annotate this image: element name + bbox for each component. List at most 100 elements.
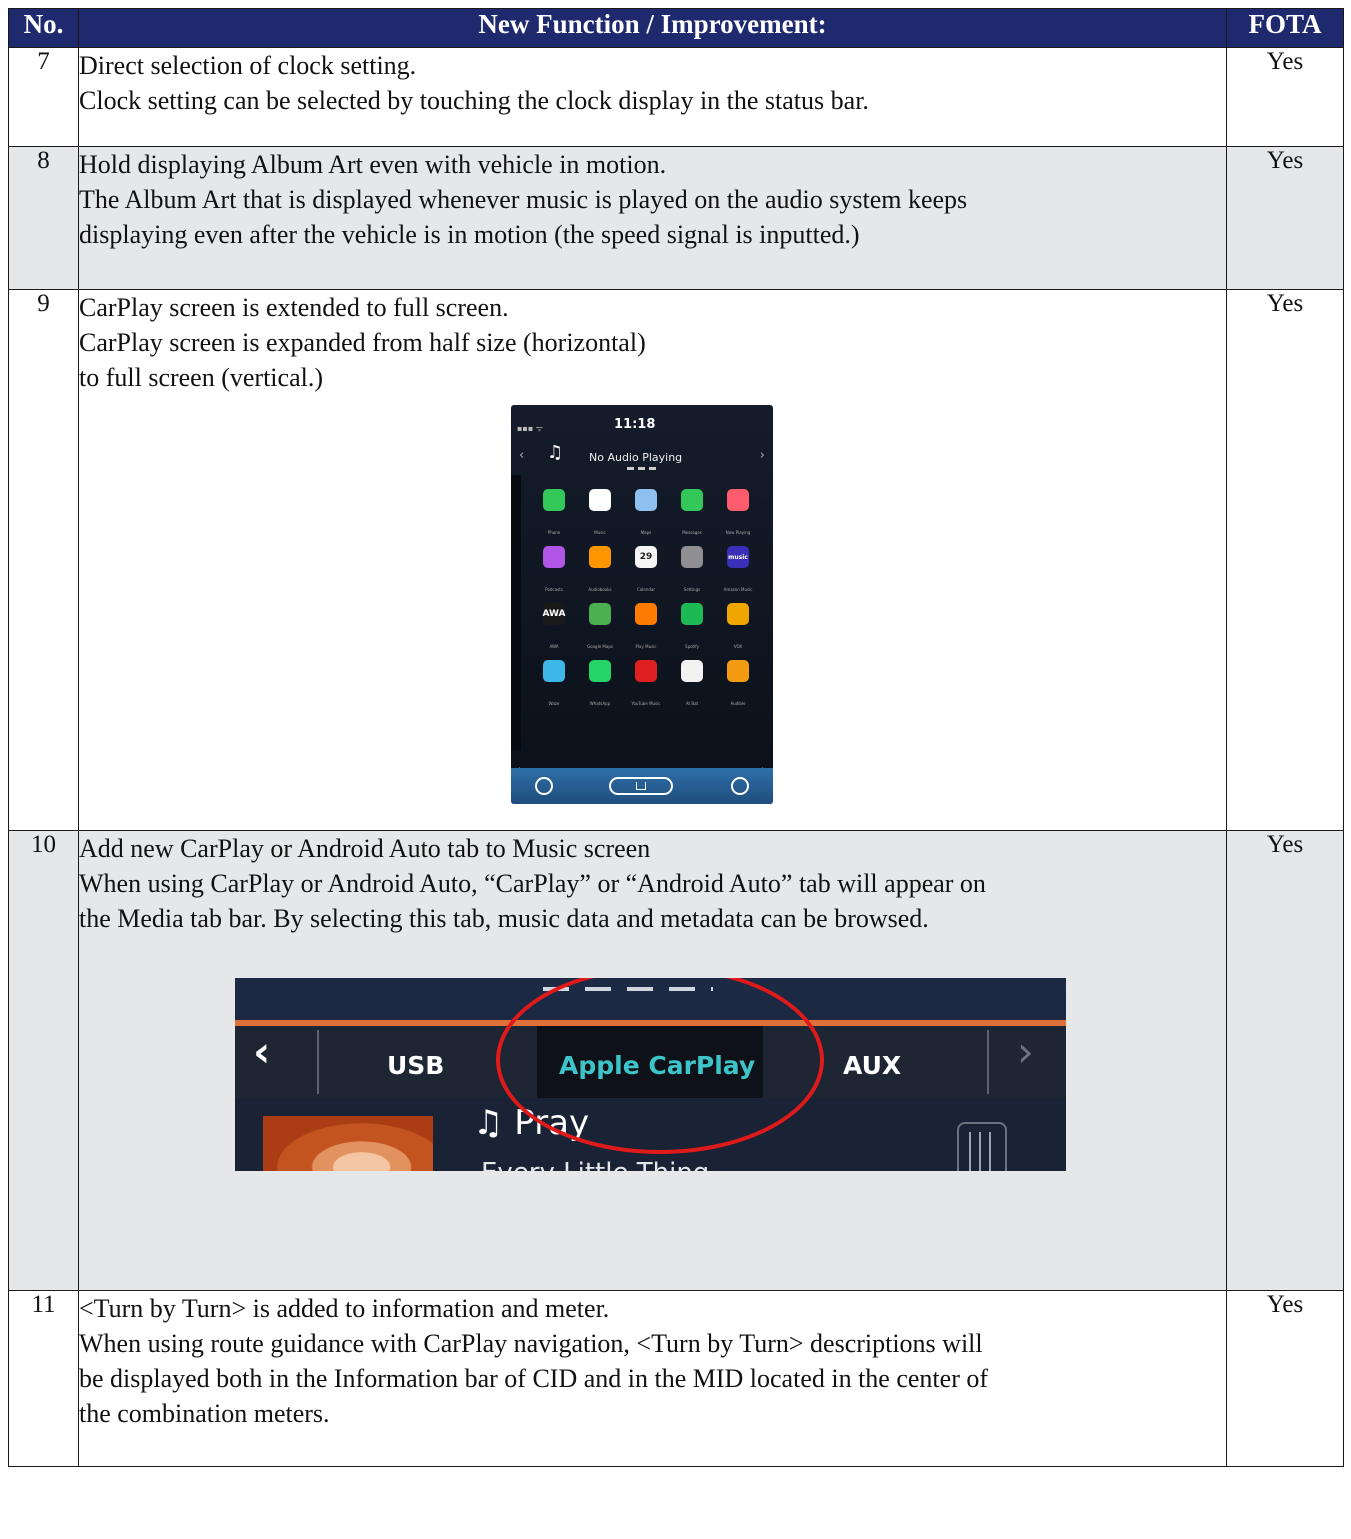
music-note-icon: ♫ [547, 442, 564, 463]
tab-divider [987, 1030, 989, 1094]
app-label: Play Music [635, 644, 657, 649]
app-label: Phone [547, 530, 561, 535]
page-dots [627, 467, 657, 470]
settings-icon [681, 546, 703, 568]
row-description: <Turn by Turn> is added to information a… [78, 1290, 1227, 1467]
vox-icon [727, 603, 749, 625]
tab-divider [317, 1030, 319, 1094]
row-description: Add new CarPlay or Android Auto tab to M… [78, 830, 1227, 1291]
album-art [263, 1116, 433, 1171]
youtube-music-icon [635, 660, 657, 682]
table-header-row: No. New Function / Improvement: FOTA [8, 8, 1344, 48]
description-line: be displayed both in the Information bar… [79, 1364, 989, 1393]
row-fota: Yes [1226, 146, 1344, 290]
header-no: No. [8, 8, 79, 48]
header-fota: FOTA [1226, 8, 1344, 48]
row-fota: Yes [1226, 289, 1344, 831]
row-description: CarPlay screen is extended to full scree… [78, 289, 1227, 831]
home-icon [609, 777, 673, 795]
app-label: Audiobooks [588, 587, 612, 592]
description-line: When using route guidance with CarPlay n… [79, 1329, 983, 1358]
app-label: Google Maps [587, 644, 613, 649]
messages-icon [681, 489, 703, 511]
row-number: 10 [8, 830, 79, 1291]
play-music-icon [635, 603, 657, 625]
now-playing-bar: ‹ ♫ No Audio Playing › [511, 433, 773, 464]
row-fota: Yes [1226, 1290, 1344, 1467]
music-icon [589, 489, 611, 511]
app-label: Calendar [637, 587, 655, 592]
table-row: 8 Hold displaying Album Art even with ve… [8, 146, 1344, 290]
maps-icon [635, 489, 657, 511]
at-bat-icon [681, 660, 703, 682]
status-bar: ▪▪▪ ᯤ 11:18 [511, 405, 773, 433]
podcasts-icon [543, 546, 565, 568]
table-row: 7 Direct selection of clock setting. Clo… [8, 47, 1344, 147]
header-function: New Function / Improvement: [78, 8, 1227, 48]
description-line: the Media tab bar. By selecting this tab… [79, 904, 929, 933]
amazon-music-icon: music [727, 546, 749, 568]
app-label: WhatsApp [589, 701, 611, 706]
awa-icon: AWA [542, 603, 566, 625]
app-label: Music [594, 530, 606, 535]
table-row: 9 CarPlay screen is extended to full scr… [8, 289, 1344, 831]
description-line: the combination meters. [79, 1399, 330, 1428]
voice-icon [731, 777, 749, 795]
audiobooks-icon [589, 546, 611, 568]
chevron-left-icon: ‹ [253, 1027, 271, 1076]
app-label: Amazon Music [723, 587, 753, 592]
description-line: CarPlay screen is expanded from half siz… [79, 328, 646, 357]
row-description: Hold displaying Album Art even with vehi… [78, 146, 1227, 290]
row-number: 11 [8, 1290, 79, 1467]
app-label: Audible [730, 701, 746, 706]
app-label: Settings [683, 587, 701, 592]
description-line: The Album Art that is displayed whenever… [79, 185, 968, 214]
app-label: AWA [549, 644, 559, 649]
artist-name: Every Little Thing [481, 1156, 709, 1171]
whatsapp-icon [589, 660, 611, 682]
phone-icon [543, 489, 565, 511]
table-row: 11 <Turn by Turn> is added to informatio… [8, 1290, 1344, 1467]
app-label: Spotify [685, 644, 699, 649]
description-line: displaying even after the vehicle is in … [79, 220, 860, 249]
back-icon [535, 777, 553, 795]
row-number: 8 [8, 146, 79, 290]
google-maps-icon [589, 603, 611, 625]
carplay-screenshot: ▪▪▪ ᯤ 11:18 ‹ ♫ No Audio Playing › Phone… [511, 405, 773, 804]
description-line: <Turn by Turn> is added to information a… [79, 1294, 610, 1323]
chevron-right-icon: › [1017, 1027, 1034, 1076]
app-label: Messages [682, 530, 702, 535]
chevron-left-icon: ‹ [519, 448, 525, 463]
row-description: Direct selection of clock setting. Clock… [78, 47, 1227, 147]
description-line: CarPlay screen is extended to full scree… [79, 293, 509, 322]
equalizer-icon [957, 1122, 1007, 1171]
media-tab-screenshot: ‹ USB Apple CarPlay AUX › ♫ Pray Every L… [235, 978, 1066, 1171]
app-pager: ‹ › [511, 752, 773, 775]
tab-usb: USB [387, 1051, 445, 1080]
carplay-dock [511, 768, 773, 804]
row-fota: Yes [1226, 830, 1344, 1291]
description-line: Direct selection of clock setting. [79, 51, 417, 80]
table-row: 10 Add new CarPlay or Android Auto tab t… [8, 830, 1344, 1291]
audible-icon [727, 660, 749, 682]
now-playing-icon [727, 489, 749, 511]
app-label: YouTube Music [631, 701, 661, 706]
row-number: 7 [8, 47, 79, 147]
carplay-sidebar [511, 475, 521, 750]
description-line: Hold displaying Album Art even with vehi… [79, 150, 667, 179]
row-number: 9 [8, 289, 79, 831]
description-line: Add new CarPlay or Android Auto tab to M… [79, 834, 651, 863]
description-line: When using CarPlay or Android Auto, “Car… [79, 869, 986, 898]
row-fota: Yes [1226, 47, 1344, 147]
description-line: to full screen (vertical.) [79, 363, 323, 392]
waze-icon [543, 660, 565, 682]
tab-aux: AUX [843, 1051, 902, 1080]
app-label: At Bat [685, 701, 699, 706]
chevron-right-icon: › [759, 448, 765, 463]
function-table: No. New Function / Improvement: FOTA 7 D… [8, 8, 1344, 1467]
spotify-icon [681, 603, 703, 625]
description-line: Clock setting can be selected by touchin… [79, 86, 869, 115]
calendar-icon: 29 [635, 546, 657, 568]
app-label: Waze [548, 701, 560, 706]
app-label: VOX [733, 644, 743, 649]
